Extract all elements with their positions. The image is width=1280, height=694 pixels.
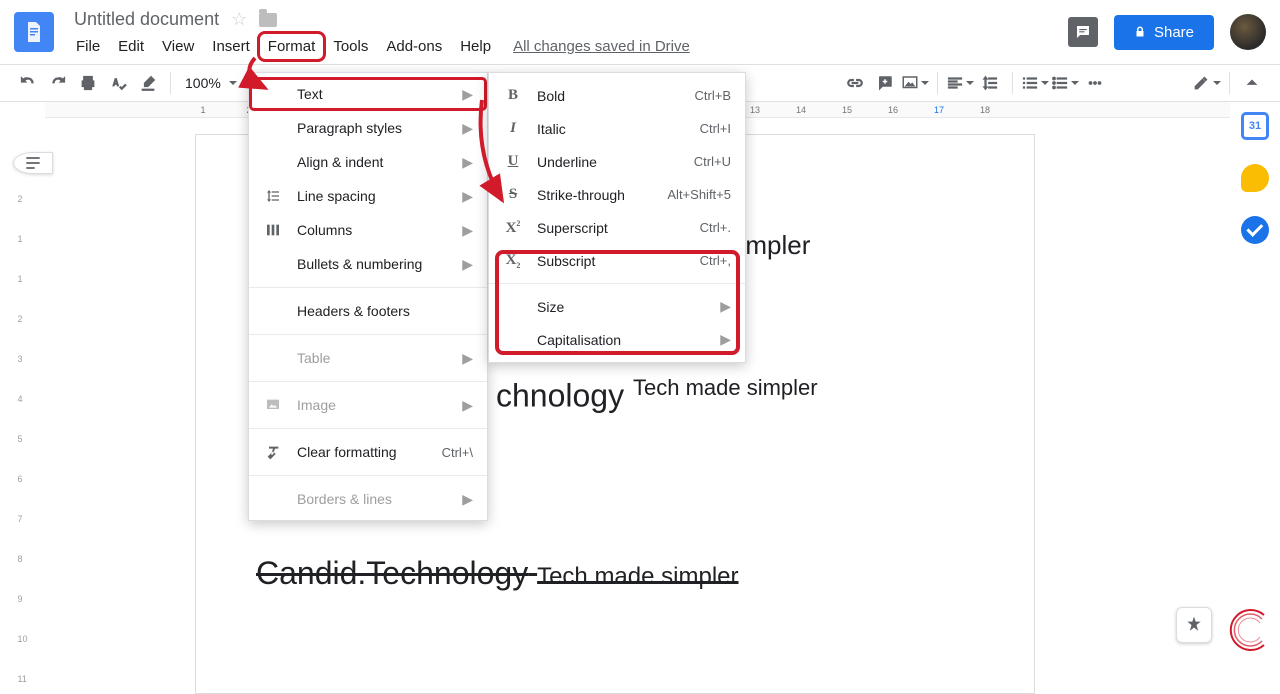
bulleted-list-button[interactable] bbox=[1051, 69, 1079, 97]
zoom-select[interactable]: 100% bbox=[179, 75, 243, 91]
chevron-right-icon: ▶ bbox=[462, 86, 473, 103]
strikethrough-icon: S bbox=[503, 186, 523, 203]
chevron-right-icon: ▶ bbox=[720, 331, 731, 348]
text-line-3: Candid.Technology Tech made simpler bbox=[256, 555, 739, 592]
format-paragraph-styles[interactable]: Paragraph styles▶ bbox=[249, 111, 487, 145]
tasks-app-icon[interactable] bbox=[1241, 216, 1269, 244]
format-borders-lines[interactable]: Borders & lines▶ bbox=[249, 482, 487, 516]
chevron-down-icon bbox=[229, 81, 237, 85]
docs-logo[interactable] bbox=[14, 12, 54, 52]
format-menu: Text▶ Paragraph styles▶ Align & indent▶ … bbox=[248, 72, 488, 521]
line-spacing-button[interactable] bbox=[976, 69, 1004, 97]
subscript-icon: X2 bbox=[503, 252, 523, 270]
keep-app-icon[interactable] bbox=[1241, 164, 1269, 192]
vertical-ruler: 211234567891011 bbox=[17, 194, 27, 684]
share-button[interactable]: Share bbox=[1114, 15, 1214, 50]
chevron-right-icon: ▶ bbox=[720, 298, 731, 315]
text-italic[interactable]: IItalicCtrl+I bbox=[489, 112, 745, 145]
image-icon bbox=[263, 397, 283, 413]
document-title[interactable]: Untitled document bbox=[74, 9, 219, 30]
format-headers-footers[interactable]: Headers & footers bbox=[249, 294, 487, 328]
format-table[interactable]: Table▶ bbox=[249, 341, 487, 375]
columns-icon bbox=[263, 222, 283, 238]
editing-mode-button[interactable] bbox=[1193, 69, 1221, 97]
numbered-list-button[interactable] bbox=[1021, 69, 1049, 97]
format-text[interactable]: Text▶ bbox=[249, 77, 487, 111]
share-label: Share bbox=[1154, 24, 1194, 41]
format-align-indent[interactable]: Align & indent▶ bbox=[249, 145, 487, 179]
undo-button[interactable] bbox=[14, 69, 42, 97]
menu-help[interactable]: Help bbox=[452, 34, 499, 59]
side-panel: 31 bbox=[1230, 102, 1280, 244]
star-icon[interactable]: ☆ bbox=[231, 9, 247, 30]
italic-icon: I bbox=[503, 120, 523, 137]
align-button[interactable] bbox=[946, 69, 974, 97]
title-area: Untitled document ☆ File Edit View Inser… bbox=[74, 5, 1068, 59]
text-underline[interactable]: UUnderlineCtrl+U bbox=[489, 145, 745, 178]
format-clear-formatting[interactable]: Clear formattingCtrl+\ bbox=[249, 435, 487, 469]
menu-format[interactable]: Format bbox=[260, 34, 324, 59]
line-spacing-icon bbox=[263, 188, 283, 204]
insert-link-button[interactable] bbox=[841, 69, 869, 97]
lock-icon bbox=[1134, 25, 1146, 39]
text-line-2: chnology Tech made simpler bbox=[496, 375, 818, 415]
explore-button[interactable] bbox=[1176, 607, 1212, 643]
insert-image-button[interactable] bbox=[901, 69, 929, 97]
watermark-logo bbox=[1224, 605, 1274, 655]
bold-icon: B bbox=[503, 87, 523, 104]
text-strikethrough[interactable]: SStrike-throughAlt+Shift+5 bbox=[489, 178, 745, 211]
format-image[interactable]: Image▶ bbox=[249, 388, 487, 422]
overflow-button[interactable] bbox=[1081, 69, 1109, 97]
menu-tools[interactable]: Tools bbox=[325, 34, 376, 59]
avatar[interactable] bbox=[1230, 14, 1266, 50]
text-bold[interactable]: BBoldCtrl+B bbox=[489, 79, 745, 112]
header-right: Share bbox=[1068, 14, 1266, 50]
menu-addons[interactable]: Add-ons bbox=[378, 34, 450, 59]
menubar: File Edit View Insert Format Tools Add-o… bbox=[68, 34, 1068, 59]
redo-button[interactable] bbox=[44, 69, 72, 97]
menu-view[interactable]: View bbox=[154, 34, 202, 59]
header: Untitled document ☆ File Edit View Inser… bbox=[0, 0, 1280, 64]
text-capitalisation[interactable]: Capitalisation▶ bbox=[489, 323, 745, 356]
menu-edit[interactable]: Edit bbox=[110, 34, 152, 59]
comments-icon[interactable] bbox=[1068, 17, 1098, 47]
paint-format-button[interactable] bbox=[134, 69, 162, 97]
menu-file[interactable]: File bbox=[68, 34, 108, 59]
text-submenu: BBoldCtrl+B IItalicCtrl+I UUnderlineCtrl… bbox=[488, 72, 746, 363]
add-comment-button[interactable] bbox=[871, 69, 899, 97]
text-superscript[interactable]: X2SuperscriptCtrl+. bbox=[489, 211, 745, 244]
spellcheck-button[interactable] bbox=[104, 69, 132, 97]
underline-icon: U bbox=[503, 153, 523, 170]
format-columns[interactable]: Columns▶ bbox=[249, 213, 487, 247]
text-size[interactable]: Size▶ bbox=[489, 290, 745, 323]
print-button[interactable] bbox=[74, 69, 102, 97]
format-bullets-numbering[interactable]: Bullets & numbering▶ bbox=[249, 247, 487, 281]
clear-format-icon bbox=[263, 444, 283, 460]
text-subscript[interactable]: X2SubscriptCtrl+, bbox=[489, 244, 745, 277]
format-line-spacing[interactable]: Line spacing▶ bbox=[249, 179, 487, 213]
saved-message[interactable]: All changes saved in Drive bbox=[513, 34, 690, 59]
menu-insert[interactable]: Insert bbox=[204, 34, 258, 59]
folder-icon[interactable] bbox=[259, 13, 277, 27]
hide-menus-button[interactable] bbox=[1238, 69, 1266, 97]
superscript-icon: X2 bbox=[503, 219, 523, 237]
calendar-app-icon[interactable]: 31 bbox=[1241, 112, 1269, 140]
